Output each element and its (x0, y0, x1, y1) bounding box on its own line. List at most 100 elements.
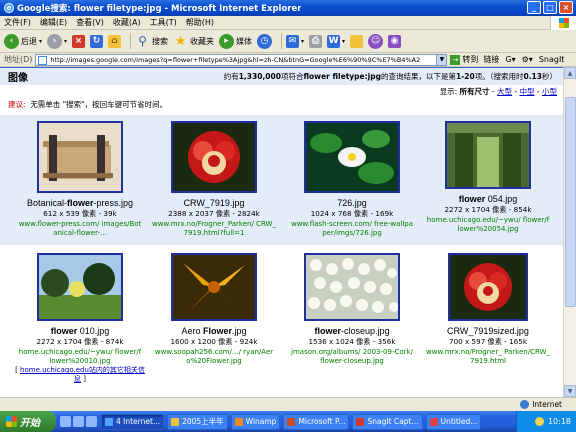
image-result: Botanical-flower-press.jpg 612 x 539 像素 … (12, 121, 148, 238)
result-url[interactable]: www.soopah256.com/.../ ryan/Aero%20Flowe… (146, 348, 282, 366)
window-titlebar[interactable]: e Google搜索: flower filetype:jpg - Micros… (0, 0, 576, 16)
snagit-button[interactable]: SnagIt (539, 55, 565, 64)
globe-icon (520, 400, 530, 409)
result-url[interactable]: home.uchicago.edu/~ywu/ flower/flower%20… (12, 348, 148, 366)
quick-launch-ie-icon[interactable] (60, 416, 71, 427)
research-button[interactable]: ◉ (388, 34, 402, 48)
result-url[interactable]: home.uchicago.edu/~ywu/ flower/flower%20… (420, 216, 556, 234)
close-button[interactable]: × (559, 1, 573, 14)
google-toolbar-icon[interactable]: G▾ (505, 55, 515, 64)
address-dropdown-button[interactable]: ▼ (437, 53, 448, 66)
result-thumbnail[interactable] (37, 121, 123, 193)
start-button[interactable]: 开始 (0, 411, 56, 432)
task-powerpoint[interactable]: Microsoft P... (283, 413, 350, 430)
go-button[interactable]: → 转到 (450, 54, 478, 65)
size-small-link[interactable]: 小型 (542, 87, 557, 96)
clock: 10:18 (547, 417, 571, 426)
address-label: 地址(D) (4, 55, 33, 64)
tray-icon[interactable] (534, 417, 544, 426)
result-url[interactable]: jmason.org/albums/ 2003-09-Cork/flower-c… (284, 348, 420, 366)
result-filename[interactable]: flower 054.jpg (420, 194, 556, 204)
result-thumbnail[interactable] (37, 253, 123, 321)
quick-launch-desktop-icon[interactable] (73, 416, 84, 427)
quick-launch (60, 416, 97, 427)
result-dimensions: 2272 x 1704 像素 - 854k (444, 205, 532, 214)
task-snagit[interactable]: SnagIt Capt... (352, 413, 423, 430)
result-thumbnail[interactable] (171, 121, 257, 193)
search-button[interactable]: ⚲ 搜索 (135, 34, 168, 49)
result-thumbnail[interactable] (448, 253, 528, 321)
result-filename[interactable]: flower-closeup.jpg (284, 326, 420, 336)
result-thumbnail[interactable] (445, 121, 531, 189)
menu-file[interactable]: 文件(F) (4, 17, 31, 28)
result-thumbnail[interactable] (304, 253, 400, 321)
menu-help[interactable]: 帮助(H) (186, 17, 214, 28)
related-info-link[interactable]: home.uchicago.edu站内的其它相关信息 (20, 366, 145, 383)
search-tip: 建议: 无需单击 "搜索"，按回车键可节省时间。 (8, 100, 168, 109)
menu-view[interactable]: 查看(V) (76, 17, 104, 28)
page-icon (38, 55, 48, 65)
links-button[interactable]: 链接 (483, 54, 499, 65)
discuss-button[interactable] (350, 34, 364, 48)
result-url[interactable]: www.mrx.no/Frogner_ Parken/CRW_7919.html (420, 348, 556, 366)
vertical-scrollbar[interactable]: ▲ ▼ (563, 67, 576, 397)
maximize-button[interactable]: □ (543, 1, 557, 14)
scroll-down-button[interactable]: ▼ (564, 385, 576, 397)
scroll-thumb[interactable] (565, 97, 576, 307)
task-folder[interactable]: 2005上半年 (167, 413, 228, 430)
mail-button[interactable]: ✉ ▾ (286, 34, 304, 48)
stop-button[interactable]: × (72, 34, 86, 48)
result-dimensions: 2272 x 1704 像素 - 874k (36, 337, 124, 346)
address-input[interactable]: http://images.google.com/images?q=flower… (35, 53, 438, 66)
printer-icon: ⎙ (309, 34, 323, 48)
home-button[interactable]: ⌂ (108, 34, 122, 48)
quick-launch-app-icon[interactable] (86, 416, 97, 427)
result-dimensions: 1600 x 1200 像素 - 924k (170, 337, 258, 346)
task-internet-explorer[interactable]: 4 Internet... (101, 413, 165, 430)
image-result: flower 054.jpg 2272 x 1704 像素 - 854k hom… (420, 121, 556, 234)
home-icon: ⌂ (108, 34, 122, 48)
result-url[interactable]: www.flash-screen.com/ free-wallpaper/img… (284, 220, 420, 238)
result-url[interactable]: www.flower-press.com/ images/Botanical-f… (12, 220, 148, 238)
menu-edit[interactable]: 编辑(E) (40, 17, 67, 28)
menu-favorites[interactable]: 收藏(A) (113, 17, 141, 28)
ie-task-icon (105, 417, 113, 426)
image-result: flower-closeup.jpg 1536 x 1024 像素 - 356k… (284, 253, 420, 366)
powerpoint-task-icon (287, 417, 296, 426)
print-button[interactable]: ⎙ (309, 34, 323, 48)
size-all: 所有尺寸 (459, 87, 490, 96)
task-untitled[interactable]: Untitled... (425, 413, 482, 430)
result-filename[interactable]: CRW_7919.jpg (146, 198, 282, 208)
result-filename[interactable]: 726.jpg (284, 198, 420, 208)
result-thumbnail[interactable] (304, 121, 400, 193)
result-filename[interactable]: flower 010.jpg (12, 326, 148, 336)
result-thumbnail[interactable] (171, 253, 257, 321)
minimize-button[interactable]: _ (527, 1, 541, 14)
back-button[interactable]: ‹ 后退 ▾ (4, 33, 42, 49)
favorites-button[interactable]: ★ 收藏夹 (173, 34, 214, 49)
result-url[interactable]: www.mrx.no/Frogner_Parken/ CRW_7919.html… (146, 220, 282, 238)
size-large-link[interactable]: 大型 (497, 87, 512, 96)
toolbar-extra-icon[interactable]: ⚙▾ (522, 55, 533, 64)
media-button[interactable]: ▸ 媒体 (219, 33, 252, 49)
thumbnail-red-tulip-small (450, 255, 526, 319)
result-dimensions: 612 x 539 像素 - 39k (43, 209, 117, 218)
refresh-button[interactable]: ↻ (90, 34, 104, 48)
result-filename[interactable]: Aero Flower.jpg (146, 326, 282, 336)
scroll-up-button[interactable]: ▲ (564, 67, 576, 79)
snagit-task-icon (356, 417, 365, 426)
stop-icon: × (72, 34, 86, 48)
forward-button[interactable]: › ▾ (47, 33, 67, 49)
size-filter: 显示: 所有尺寸 - 大型 - 中型 - 小型 (439, 87, 557, 96)
messenger-button[interactable]: ☺ (368, 33, 384, 49)
ie-logo-icon: e (4, 3, 14, 13)
refresh-icon: ↻ (90, 34, 104, 48)
menu-tools[interactable]: 工具(T) (150, 17, 177, 28)
result-filename[interactable]: CRW_7919sized.jpg (420, 326, 556, 336)
thumbnail-park-trees (39, 255, 121, 319)
history-button[interactable]: ◷ (257, 33, 273, 49)
size-medium-link[interactable]: 中型 (520, 87, 535, 96)
result-filename[interactable]: Botanical-flower-press.jpg (12, 198, 148, 208)
task-winamp[interactable]: Winamp (230, 413, 281, 430)
edit-button[interactable]: W ▾ (327, 34, 345, 48)
